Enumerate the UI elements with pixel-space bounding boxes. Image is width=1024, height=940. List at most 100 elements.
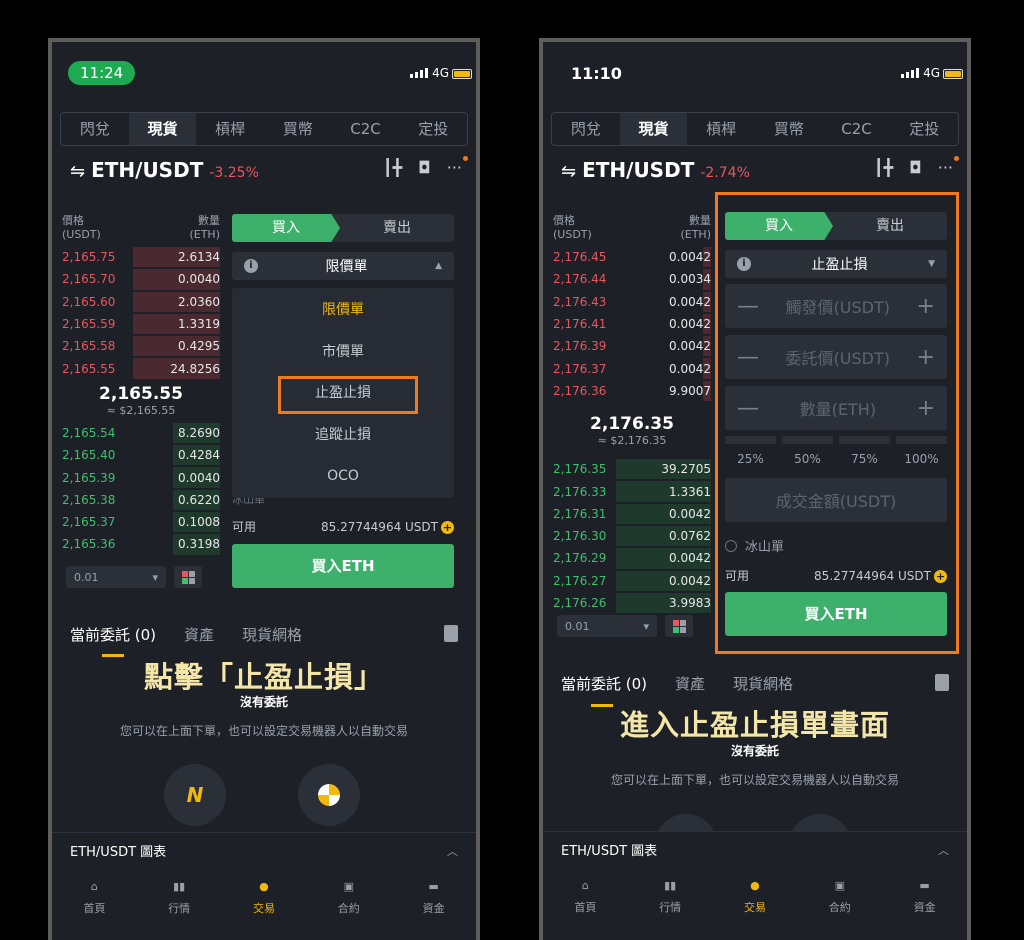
tab-c2c[interactable]: C2C xyxy=(823,113,891,145)
iceberg-option[interactable]: 冰山單 xyxy=(725,536,947,555)
nav-wallet[interactable]: ▬ 資金 xyxy=(882,867,967,927)
tab-flash[interactable]: 閃兌 xyxy=(552,113,620,145)
precision-select[interactable]: 0.01 ▾ xyxy=(557,615,657,637)
plus-icon[interactable]: + xyxy=(917,294,935,319)
nav-wallet[interactable]: ▬ 資金 xyxy=(391,868,476,928)
order-type-select[interactable]: i 止盈止損 ▼ xyxy=(725,250,947,278)
robot-icon[interactable]: ◘ xyxy=(418,158,431,177)
ask-row[interactable]: 2,165.70 0.0040 xyxy=(62,268,220,290)
order-type-select[interactable]: i 限價單 ▲ xyxy=(232,252,454,280)
tab-spot-grid[interactable]: 現貨網格 xyxy=(242,624,302,645)
bid-row[interactable]: 2,165.38 0.6220 xyxy=(62,489,220,511)
nav-futures[interactable]: ▣ 合約 xyxy=(797,867,882,927)
minus-icon[interactable]: — xyxy=(737,345,759,370)
precision-select[interactable]: 0.01 ▾ xyxy=(66,566,166,588)
tab-assets[interactable]: 資產 xyxy=(184,624,214,645)
add-funds-icon[interactable]: + xyxy=(441,520,454,534)
tab-spot-grid[interactable]: 現貨網格 xyxy=(733,673,793,694)
bid-row[interactable]: 2,165.40 0.4284 xyxy=(62,444,220,466)
buy-tab[interactable]: 買入 xyxy=(232,214,340,242)
tab-margin[interactable]: 槓桿 xyxy=(687,113,755,145)
ask-row[interactable]: 2,176.39 0.0042 xyxy=(553,335,711,357)
tab-assets[interactable]: 資產 xyxy=(675,673,705,694)
tab-c2c[interactable]: C2C xyxy=(332,113,400,145)
tab-open-orders[interactable]: 當前委託 (0) xyxy=(561,673,647,694)
bid-row[interactable]: 2,176.31 0.0042 xyxy=(553,503,711,525)
bid-row[interactable]: 2,176.29 0.0042 xyxy=(553,547,711,569)
sell-tab[interactable]: 賣出 xyxy=(340,214,454,242)
nav-trade[interactable]: ● 交易 xyxy=(713,867,798,927)
candlestick-chart-icon[interactable]: ┃╋ xyxy=(874,158,893,177)
plus-icon[interactable]: + xyxy=(917,396,935,421)
tab-buy-crypto[interactable]: 買幣 xyxy=(264,113,332,145)
candlestick-chart-icon[interactable]: ┃╋ xyxy=(383,158,402,177)
pair-header[interactable]: ⇋ ETH/USDT -2.74% xyxy=(561,158,750,182)
bid-row[interactable]: 2,165.36 0.3198 xyxy=(62,533,220,555)
bid-row[interactable]: 2,176.27 0.0042 xyxy=(553,570,711,592)
bid-row[interactable]: 2,176.30 0.0762 xyxy=(553,525,711,547)
ask-row[interactable]: 2,176.37 0.0042 xyxy=(553,357,711,379)
ask-row[interactable]: 2,176.36 9.9007 xyxy=(553,380,711,402)
pie-chart-icon[interactable] xyxy=(298,764,360,826)
bid-row[interactable]: 2,165.54 8.2690 xyxy=(62,422,220,444)
last-price-block[interactable]: 2,176.35 ≈ $2,176.35 xyxy=(553,402,711,458)
sell-tab[interactable]: 賣出 xyxy=(833,212,947,240)
bid-row[interactable]: 2,176.26 3.9983 xyxy=(553,592,711,614)
ask-row[interactable]: 2,176.45 0.0042 xyxy=(553,246,711,268)
bid-row[interactable]: 2,176.35 39.2705 xyxy=(553,458,711,480)
tab-flash[interactable]: 閃兌 xyxy=(61,113,129,145)
pct-50[interactable]: 50% xyxy=(782,436,833,466)
pct-25[interactable]: 25% xyxy=(725,436,776,466)
nav-futures[interactable]: ▣ 合約 xyxy=(306,868,391,928)
last-price-block[interactable]: 2,165.55 ≈ $2,165.55 xyxy=(62,380,220,422)
plus-icon[interactable]: + xyxy=(917,345,935,370)
option-oco[interactable]: OCO xyxy=(232,456,454,498)
document-icon[interactable] xyxy=(444,625,458,642)
ask-row[interactable]: 2,165.60 2.0360 xyxy=(62,291,220,313)
minus-icon[interactable]: — xyxy=(737,396,759,421)
more-icon[interactable]: ··· xyxy=(938,156,960,177)
ask-row[interactable]: 2,165.58 0.4295 xyxy=(62,335,220,357)
pct-75[interactable]: 75% xyxy=(839,436,890,466)
tab-spot[interactable]: 現貨 xyxy=(128,113,197,145)
bot-icon-n[interactable]: N xyxy=(164,764,226,826)
ask-row[interactable]: 2,176.44 0.0034 xyxy=(553,268,711,290)
ask-row[interactable]: 2,165.75 2.6134 xyxy=(62,246,220,268)
amount-input[interactable]: — 數量(ETH) + xyxy=(725,386,947,430)
info-icon[interactable]: i xyxy=(737,257,751,271)
option-trailing-stop[interactable]: 追蹤止損 xyxy=(232,415,454,457)
total-input[interactable]: 成交金額(USDT) xyxy=(725,478,947,522)
nav-trade[interactable]: ● 交易 xyxy=(222,868,307,928)
buy-tab[interactable]: 買入 xyxy=(725,212,833,240)
nav-markets[interactable]: ▮▮ 行情 xyxy=(137,868,222,928)
tab-margin[interactable]: 槓桿 xyxy=(196,113,264,145)
chart-bar[interactable]: ETH/USDT 圖表 ︿ xyxy=(52,832,476,868)
more-icon[interactable]: ··· xyxy=(447,156,469,177)
trigger-price-input[interactable]: — 觸發價(USDT) + xyxy=(725,284,947,328)
nav-home[interactable]: ⌂ 首頁 xyxy=(543,867,628,927)
pair-header[interactable]: ⇋ ETH/USDT -3.25% xyxy=(70,158,259,182)
depth-view-toggle[interactable] xyxy=(665,615,693,637)
tab-recurring[interactable]: 定投 xyxy=(890,113,958,145)
document-icon[interactable] xyxy=(935,674,949,691)
ask-row[interactable]: 2,165.55 24.8256 xyxy=(62,357,220,379)
buy-eth-button[interactable]: 買入ETH xyxy=(232,544,454,588)
nav-markets[interactable]: ▮▮ 行情 xyxy=(628,867,713,927)
depth-view-toggle[interactable] xyxy=(174,566,202,588)
tab-open-orders[interactable]: 當前委託 (0) xyxy=(70,624,156,645)
minus-icon[interactable]: — xyxy=(737,294,759,319)
bid-row[interactable]: 2,165.39 0.0040 xyxy=(62,466,220,488)
ask-row[interactable]: 2,176.43 0.0042 xyxy=(553,291,711,313)
option-limit[interactable]: 限價單 xyxy=(232,290,454,332)
limit-price-input[interactable]: — 委託價(USDT) + xyxy=(725,335,947,379)
ask-row[interactable]: 2,176.41 0.0042 xyxy=(553,313,711,335)
bid-row[interactable]: 2,176.33 1.3361 xyxy=(553,480,711,502)
bid-row[interactable]: 2,165.37 0.1008 xyxy=(62,511,220,533)
pct-100[interactable]: 100% xyxy=(896,436,947,466)
option-market[interactable]: 市價單 xyxy=(232,332,454,374)
nav-home[interactable]: ⌂ 首頁 xyxy=(52,868,137,928)
chart-bar[interactable]: ETH/USDT 圖表 ︿ xyxy=(543,831,967,867)
ask-row[interactable]: 2,165.59 1.3319 xyxy=(62,313,220,335)
tab-buy-crypto[interactable]: 買幣 xyxy=(755,113,823,145)
robot-icon[interactable]: ◘ xyxy=(909,158,922,177)
